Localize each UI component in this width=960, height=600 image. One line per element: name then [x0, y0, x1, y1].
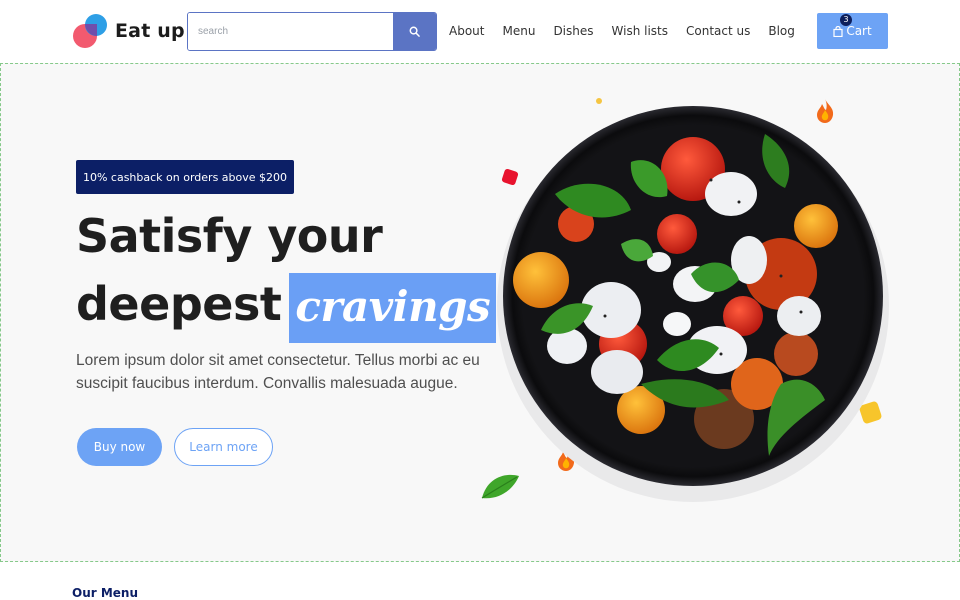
buy-now-button[interactable]: Buy now	[77, 428, 162, 466]
search-icon	[409, 26, 420, 37]
cart-label: Cart	[846, 24, 872, 38]
nav-menu[interactable]: Menu	[502, 24, 535, 38]
our-menu-heading: Our Menu	[72, 586, 139, 600]
salad-plate-image	[497, 106, 889, 502]
search-input[interactable]	[188, 13, 393, 50]
main-nav: About Menu Dishes Wish lists Contact us …	[449, 24, 795, 38]
search-button[interactable]	[393, 13, 436, 50]
promo-badge: 10% cashback on orders above $200	[76, 160, 294, 194]
cart-button[interactable]: 3 Cart	[817, 13, 888, 49]
nav-dishes[interactable]: Dishes	[553, 24, 593, 38]
headline-highlight: cravings	[289, 272, 497, 343]
headline-word: deepest	[76, 277, 282, 331]
brand-name: Eat up	[115, 20, 185, 42]
logo-icon	[73, 14, 107, 48]
brand-logo[interactable]: Eat up	[73, 14, 185, 48]
nav-about[interactable]: About	[449, 24, 484, 38]
hero-section: 10% cashback on orders above $200 Satisf…	[0, 63, 960, 562]
site-header: Eat up About Menu Dishes Wish lists Cont…	[0, 0, 960, 62]
hero-headline: Satisfy your deepest cravings	[76, 202, 497, 343]
cart-count-badge: 3	[840, 14, 852, 26]
headline-line-1: Satisfy your	[76, 209, 383, 263]
search-bar	[187, 12, 437, 51]
learn-more-button[interactable]: Learn more	[174, 428, 273, 466]
headline-line-2: deepest cravings	[76, 270, 497, 343]
shopping-bag-icon	[833, 25, 843, 37]
nav-blog[interactable]: Blog	[768, 24, 795, 38]
nav-contact-us[interactable]: Contact us	[686, 24, 750, 38]
hero-description: Lorem ipsum dolor sit amet consectetur. …	[76, 352, 480, 392]
nav-wish-lists[interactable]: Wish lists	[612, 24, 668, 38]
